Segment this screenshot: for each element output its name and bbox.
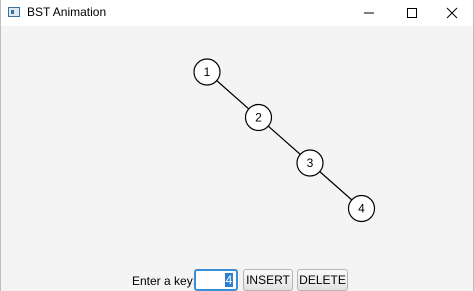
tree-canvas: 1 2 3 4 bbox=[193, 58, 376, 223]
insert-button[interactable]: INSERT bbox=[243, 269, 293, 291]
close-icon bbox=[446, 7, 458, 19]
minimize-icon bbox=[364, 12, 374, 14]
maximize-icon bbox=[407, 8, 417, 18]
tree-node-3: 3 bbox=[296, 149, 324, 177]
tree-node-label: 4 bbox=[358, 202, 365, 216]
tree-edges bbox=[206, 71, 362, 209]
tree-node-label: 2 bbox=[255, 111, 262, 125]
tree-node-label: 3 bbox=[307, 156, 314, 170]
control-bar: Enter a key: 4 INSERT DELETE bbox=[1, 268, 473, 291]
minimize-button[interactable] bbox=[346, 0, 392, 26]
tree-node-1: 1 bbox=[193, 58, 221, 86]
app-window-icon bbox=[8, 7, 20, 17]
close-button[interactable] bbox=[429, 0, 474, 26]
key-label: Enter a key: bbox=[132, 274, 197, 288]
tree-node-label: 1 bbox=[204, 65, 211, 79]
delete-button[interactable]: DELETE bbox=[297, 269, 348, 291]
tree-node-2: 2 bbox=[244, 103, 273, 132]
tree-node-4: 4 bbox=[347, 194, 376, 223]
app-window: BST Animation 1 2 3 4 Enter a key: 4 INSERT… bbox=[0, 0, 474, 291]
window-title: BST Animation bbox=[27, 5, 107, 19]
key-input-selected-text: 4 bbox=[225, 273, 233, 287]
title-bar: BST Animation bbox=[1, 0, 473, 26]
